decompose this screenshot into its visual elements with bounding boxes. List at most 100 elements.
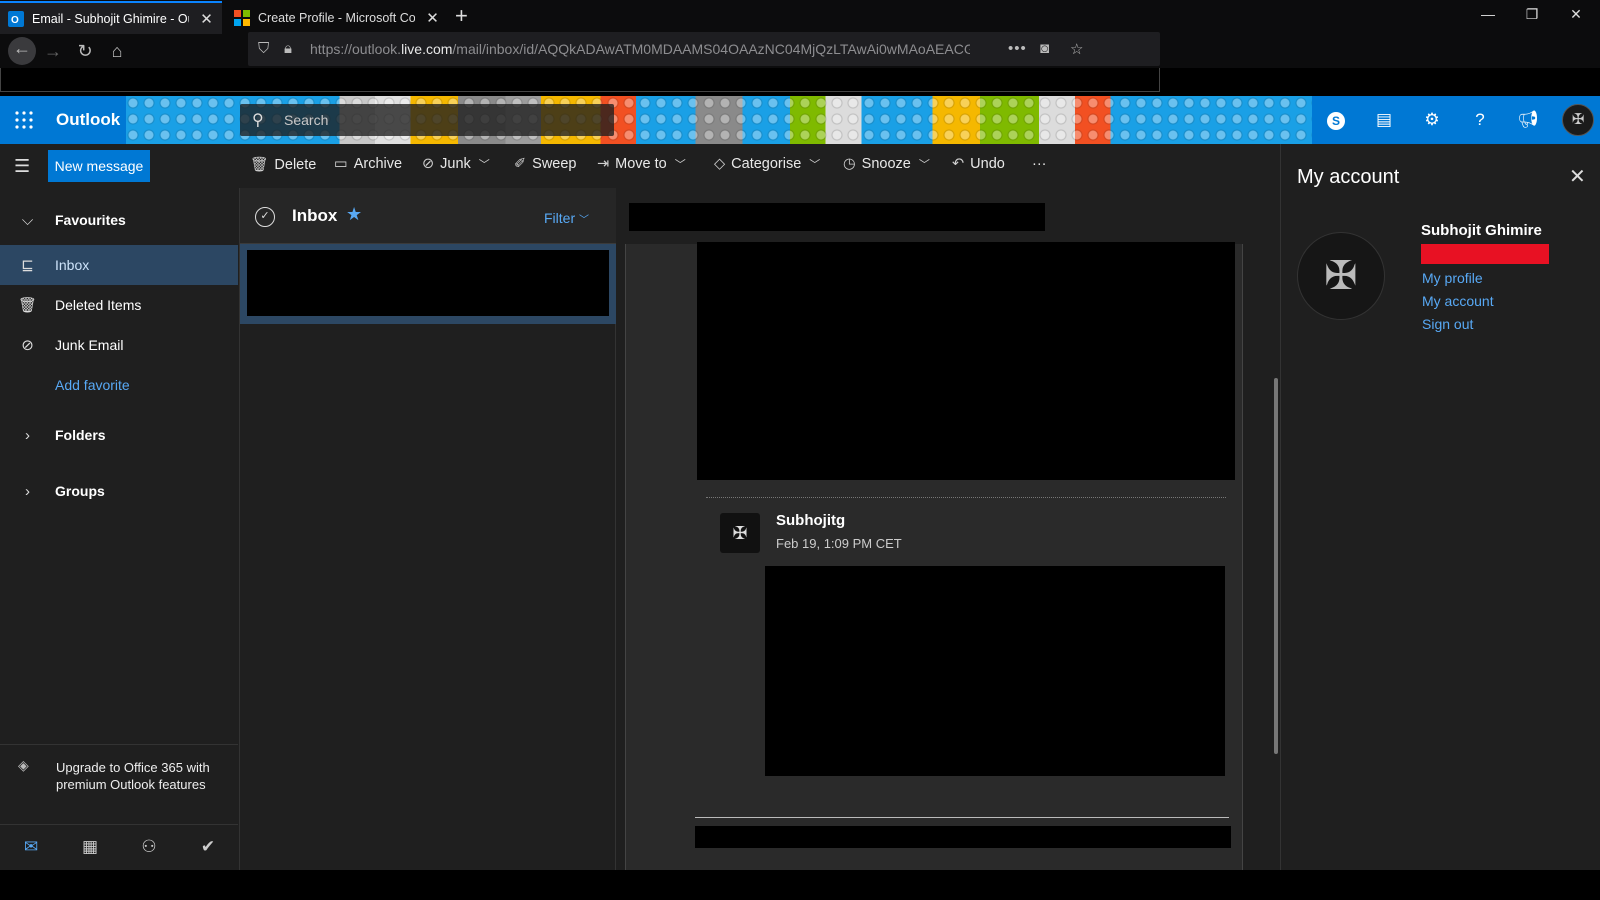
- close-tab-icon[interactable]: ✕: [199, 10, 214, 28]
- block-icon: ⊘: [422, 156, 435, 172]
- list-item[interactable]: [240, 244, 616, 324]
- upgrade-banner[interactable]: ◈ Upgrade to Office 365 with premium Out…: [0, 744, 238, 824]
- people-icon[interactable]: ⚇: [137, 837, 161, 857]
- minimize-icon[interactable]: —: [1478, 6, 1498, 22]
- restore-icon[interactable]: ❐: [1522, 6, 1542, 23]
- chevron-right-icon: ›: [25, 426, 30, 444]
- chevron-right-icon: ›: [25, 482, 30, 500]
- scrollbar[interactable]: [1274, 378, 1278, 754]
- trash-icon: 🗑︎: [250, 157, 269, 173]
- skype-icon[interactable]: S: [1324, 108, 1348, 132]
- sender-avatar[interactable]: ✠: [720, 513, 760, 553]
- close-icon[interactable]: ✕: [1569, 164, 1586, 189]
- forward-icon[interactable]: →: [40, 40, 66, 64]
- move-icon: ⇥: [597, 156, 610, 172]
- chevron-down-icon: ﹀: [674, 159, 686, 171]
- module-switcher: ✉ ▦ ⚇ ✔: [0, 824, 238, 870]
- sidebar-item-inbox[interactable]: ⊑ Inbox: [0, 245, 238, 285]
- clock-icon: ◷: [843, 156, 856, 172]
- redacted-message-body: [765, 566, 1225, 776]
- new-message-button[interactable]: New message: [48, 150, 150, 182]
- archive-button[interactable]: ▭ Archive: [334, 156, 402, 172]
- message-date: Feb 19, 1:09 PM CET: [776, 536, 902, 551]
- command-bar: ☰ New message 🗑︎ Delete ▭ Archive ⊘ Junk ﹀ ✐…: [0, 144, 1280, 188]
- folders-header[interactable]: › Folders: [0, 415, 238, 455]
- app-name[interactable]: Outlook: [56, 110, 120, 130]
- chevron-down-icon: ﹀: [809, 159, 821, 171]
- redacted-message-preview: [247, 250, 609, 316]
- search-placeholder: Search: [284, 112, 329, 128]
- my-day-icon[interactable]: ▤: [1372, 108, 1396, 132]
- delete-button[interactable]: 🗑︎ Delete: [250, 156, 316, 173]
- chevron-down-icon: ﹀: [579, 215, 590, 226]
- sweep-button[interactable]: ✐ Sweep: [514, 156, 577, 172]
- search-icon: ⚲: [252, 112, 264, 129]
- mail-icon[interactable]: ✉: [19, 837, 43, 857]
- undo-icon: ↶: [952, 156, 965, 172]
- sidebar-item-deleted-items[interactable]: 🗑︎ Deleted Items: [0, 285, 238, 325]
- close-tab-icon[interactable]: ✕: [425, 9, 440, 27]
- back-icon[interactable]: ←: [8, 37, 36, 65]
- tab-create-profile[interactable]: Create Profile - Microsoft Com ✕: [226, 1, 448, 34]
- groups-header[interactable]: › Groups: [0, 471, 238, 511]
- pocket-icon[interactable]: ◙: [1040, 40, 1049, 57]
- favorite-star-icon[interactable]: ★: [346, 204, 362, 225]
- chevron-down-icon: ﹀: [478, 159, 490, 171]
- my-profile-link[interactable]: My profile: [1422, 270, 1483, 286]
- select-all-checkbox[interactable]: ✓: [255, 207, 275, 227]
- folder-title: Inbox: [292, 206, 338, 225]
- junk-button[interactable]: ⊘ Junk ﹀: [422, 156, 490, 172]
- move-to-button[interactable]: ⇥ Move to ﹀: [597, 156, 686, 172]
- snooze-button[interactable]: ◷ Snooze ﹀: [843, 156, 930, 172]
- panel-title: My account: [1297, 166, 1400, 188]
- archive-icon: ▭: [334, 156, 348, 172]
- waffle-icon[interactable]: [14, 110, 34, 130]
- reload-icon[interactable]: ↻: [72, 40, 98, 64]
- account-panel: My account ✕ ✠ Subhojit Ghimire My profi…: [1280, 144, 1600, 870]
- close-window-icon[interactable]: ✕: [1566, 6, 1586, 23]
- diamond-icon: ◈: [18, 757, 29, 773]
- profile-avatar: ✠: [1297, 232, 1385, 320]
- redacted-reply-bar: [695, 826, 1231, 848]
- feedback-icon[interactable]: 📢︎: [1516, 108, 1540, 132]
- message-thread: ✠ Subhojitg Feb 19, 1:09 PM CET: [625, 242, 1243, 870]
- chevron-down-icon: ⌵: [21, 211, 34, 229]
- more-actions-button[interactable]: ···: [1032, 156, 1047, 172]
- categorise-button[interactable]: ◇ Categorise ﹀: [714, 156, 820, 172]
- sweep-icon: ✐: [514, 156, 527, 172]
- calendar-icon[interactable]: ▦: [78, 837, 102, 857]
- page-actions-icon[interactable]: •••: [1008, 40, 1027, 57]
- help-icon[interactable]: ?: [1468, 108, 1492, 132]
- reading-pane: ✠ Subhojitg Feb 19, 1:09 PM CET: [616, 188, 1280, 870]
- home-icon[interactable]: ⌂: [104, 40, 130, 64]
- hamburger-menu-icon[interactable]: ☰: [14, 156, 30, 177]
- bookmark-star-icon[interactable]: ☆: [1070, 40, 1083, 58]
- add-favorite-link[interactable]: Add favorite: [0, 365, 238, 405]
- sidebar-item-junk-email[interactable]: ⊘ Junk Email: [0, 325, 238, 365]
- search-box[interactable]: ⚲ Search: [240, 104, 614, 136]
- tab-outlook[interactable]: O Email - Subhojit Ghimire - Outlook ✕: [0, 1, 222, 34]
- screen-bottom-edge: [0, 870, 1600, 900]
- settings-icon[interactable]: ⚙: [1420, 108, 1444, 132]
- favourites-header[interactable]: ⌵ Favourites: [0, 200, 238, 240]
- tab-title: Create Profile - Microsoft Com: [258, 10, 416, 25]
- outlook-header: Outlook ⚲ Search S ▤ ⚙ ? 📢︎ ✠: [0, 96, 1600, 144]
- url-bar[interactable]: ⛉ 🔒︎ https://outlook.live.com/mail/inbox…: [248, 32, 1160, 66]
- outlook-favicon-icon: O: [8, 10, 24, 27]
- chevron-down-icon: ﹀: [918, 159, 930, 171]
- sign-out-link[interactable]: Sign out: [1422, 316, 1473, 332]
- filter-button[interactable]: Filter ﹀: [544, 210, 589, 226]
- undo-button[interactable]: ↶ Undo: [952, 156, 1005, 172]
- account-name: Subhojit Ghimire: [1421, 222, 1542, 239]
- folder-pane: ⌵ Favourites ⊑ Inbox 🗑︎ Deleted Items ⊘ …: [0, 188, 240, 870]
- block-icon: ⊘: [21, 337, 34, 354]
- shield-icon[interactable]: ⛉: [258, 40, 269, 57]
- account-avatar[interactable]: ✠: [1562, 104, 1594, 136]
- redacted-message-body: [697, 242, 1235, 480]
- my-account-link[interactable]: My account: [1422, 293, 1494, 309]
- browser-toolbar-strip: [0, 68, 1160, 92]
- header-actions: [1314, 96, 1600, 144]
- todo-icon[interactable]: ✔: [196, 837, 220, 857]
- sender-name[interactable]: Subhojitg: [776, 512, 845, 529]
- new-tab-icon[interactable]: +: [455, 3, 468, 29]
